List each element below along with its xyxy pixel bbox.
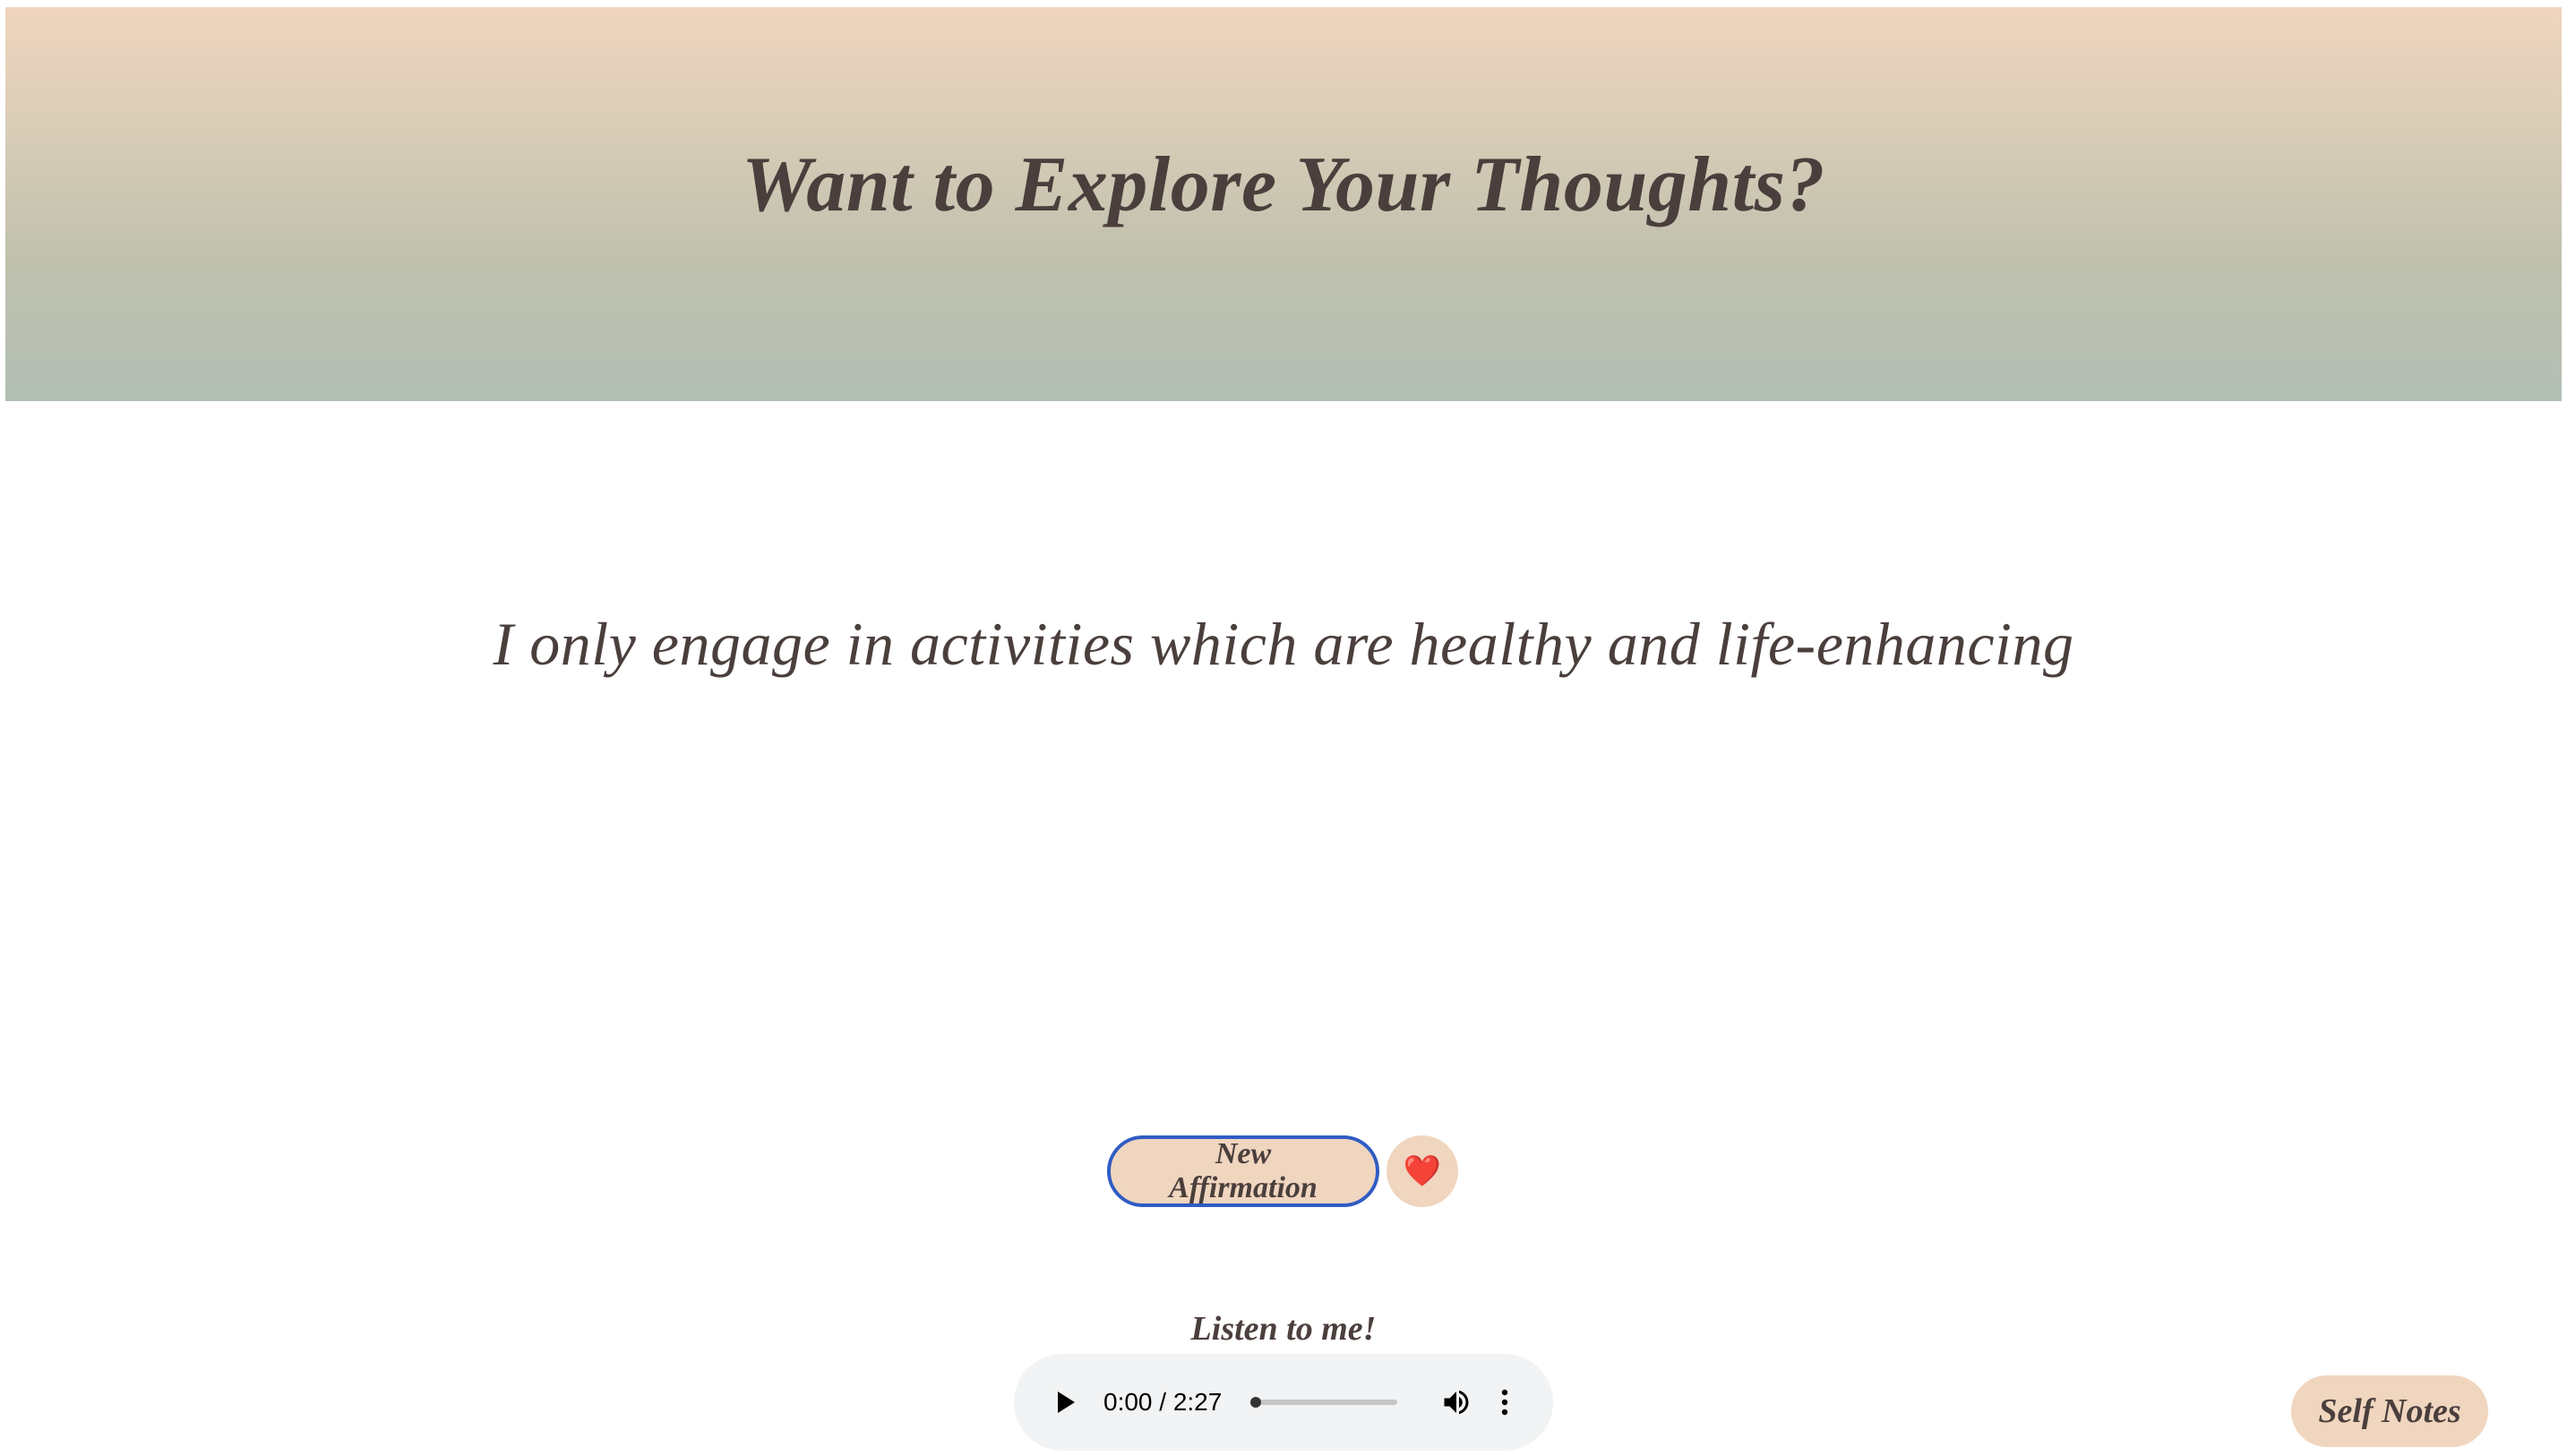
- play-button[interactable]: [1050, 1386, 1082, 1418]
- audio-time-display: 0:00 / 2:27: [1103, 1388, 1223, 1416]
- play-icon: [1058, 1392, 1075, 1413]
- heart-icon: ❤️: [1403, 1155, 1442, 1188]
- self-notes-button[interactable]: Self Notes: [2291, 1375, 2488, 1447]
- audio-player: 0:00 / 2:27: [1014, 1354, 1553, 1451]
- page-title: Want to Explore Your Thoughts?: [742, 141, 1825, 228]
- volume-icon: [1444, 1390, 1469, 1415]
- affirmation-controls: New Affirmation ❤️: [1107, 1134, 1458, 1209]
- favorite-button[interactable]: ❤️: [1387, 1135, 1458, 1207]
- new-affirmation-button[interactable]: New Affirmation: [1107, 1135, 1379, 1207]
- volume-button[interactable]: [1438, 1384, 1474, 1420]
- affirmation-text: I only engage in activities which are he…: [493, 610, 2074, 678]
- hero-banner: Want to Explore Your Thoughts?: [5, 7, 2562, 401]
- page: Want to Explore Your Thoughts? I only en…: [0, 0, 2567, 1456]
- audio-more-options-button[interactable]: [1496, 1384, 1514, 1420]
- more-vertical-icon: [1502, 1389, 1508, 1416]
- audio-label: Listen to me!: [1190, 1310, 1377, 1348]
- audio-seek-bar[interactable]: [1250, 1397, 1398, 1408]
- seek-handle[interactable]: [1250, 1397, 1262, 1408]
